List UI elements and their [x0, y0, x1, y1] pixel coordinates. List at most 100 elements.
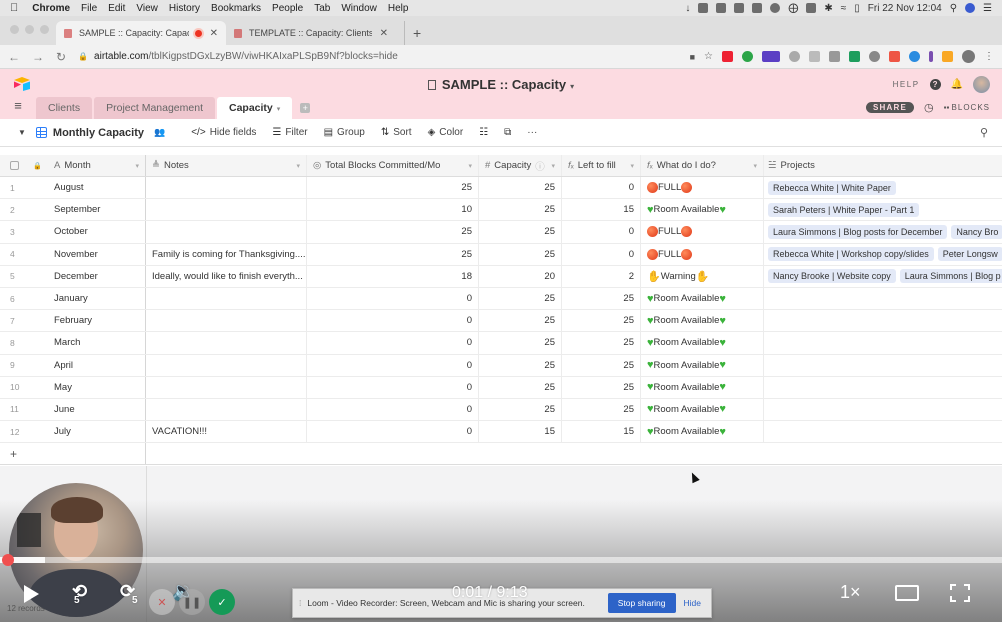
table-row[interactable]: 7 February 0 25 25 ♥ Room Available ♥ [0, 310, 1002, 333]
project-chip[interactable]: Peter Longsw [937, 247, 1002, 262]
group-button[interactable]: ▤ Group [324, 127, 365, 138]
cell-left-to-fill[interactable]: 25 [562, 287, 641, 310]
column-header-notes[interactable]: ≜ Notes ▾ [146, 155, 307, 176]
close-window-button[interactable] [10, 25, 19, 34]
cell-capacity[interactable]: 25 [479, 398, 562, 421]
cell-what-do-i-do[interactable]: ✋ Warning ✋ [641, 265, 764, 287]
url-field[interactable]: 🔒 airtable.com /tblKigpstDGxLzyBW/viwHKA… [78, 51, 690, 62]
cell-what-do-i-do[interactable]: FULL [641, 221, 764, 243]
chevron-down-icon[interactable]: ▾ [135, 162, 139, 170]
chevron-down-icon[interactable]: ▾ [296, 162, 300, 170]
menu-people[interactable]: People [272, 3, 303, 14]
table-row[interactable]: 11 June 0 25 25 ♥ Room Available ♥ [0, 398, 1002, 422]
table-row[interactable]: 3 October 25 25 0 FULL Laura Simmons | Blog po… [0, 221, 1002, 244]
menu-view[interactable]: View [136, 3, 158, 14]
table-row[interactable]: 9 April 0 25 25 ♥ Room Available ♥ [0, 354, 1002, 377]
theater-mode-icon[interactable] [895, 585, 919, 601]
extension-icon-5[interactable] [809, 51, 820, 62]
playback-speed-button[interactable]: 1× [840, 582, 861, 603]
cell-notes[interactable] [146, 376, 307, 398]
siri-icon[interactable] [965, 3, 976, 13]
cell-capacity[interactable]: 15 [479, 421, 562, 443]
cell-month[interactable]: November [48, 243, 146, 265]
row-height-button[interactable]: ☷ [479, 127, 488, 138]
cell-total-blocks[interactable]: 0 [307, 287, 479, 310]
cell-notes[interactable]: Family is coming for Thanksgiving.... [146, 243, 307, 265]
cell-notes[interactable] [146, 221, 307, 243]
code-extension-icon[interactable] [829, 51, 840, 62]
project-chip[interactable]: Rebecca White | Workshop copy/slides [768, 247, 934, 262]
cell-month[interactable]: September [48, 199, 146, 221]
add-record-button[interactable]: + [0, 443, 146, 465]
menu-window[interactable]: Window [341, 3, 377, 14]
forward-icon[interactable]: → [32, 50, 44, 64]
chevron-down-icon[interactable]: ▾ [753, 162, 757, 170]
menu-edit[interactable]: Edit [108, 3, 125, 14]
airplay-icon[interactable] [806, 3, 817, 13]
cell-notes[interactable]: VACATION!!! [146, 421, 307, 443]
bluetooth-icon[interactable]: ✱ [824, 3, 832, 14]
cell-month[interactable]: July [48, 421, 146, 443]
todoist-extension-icon[interactable] [722, 51, 733, 62]
project-chip[interactable]: Nancy Brooke | Website copy [768, 269, 896, 284]
progress-extension-icon[interactable] [762, 51, 780, 62]
cell-left-to-fill[interactable]: 25 [562, 332, 641, 354]
share-view-button[interactable]: ⧉ [504, 127, 511, 138]
maximize-window-button[interactable] [40, 25, 49, 34]
cell-left-to-fill[interactable]: 25 [562, 310, 641, 332]
cell-notes[interactable] [146, 287, 307, 310]
cell-left-to-fill[interactable]: 0 [562, 177, 641, 199]
cell-projects[interactable] [764, 399, 1002, 420]
spotlight-icon[interactable]: ⚲ [950, 3, 957, 14]
hide-banner-button[interactable]: Hide [684, 598, 701, 608]
project-chip[interactable]: Laura Simmons | Blog p [899, 269, 1002, 284]
extension-icon-10[interactable] [909, 51, 920, 62]
cell-total-blocks[interactable]: 25 [307, 243, 479, 265]
cell-what-do-i-do[interactable]: ♥ Room Available ♥ [641, 199, 764, 221]
cell-capacity[interactable]: 25 [479, 177, 562, 199]
stop-sharing-button[interactable]: Stop sharing [607, 593, 676, 613]
table-tab-clients[interactable]: Clients [36, 97, 93, 119]
play-button[interactable] [24, 585, 39, 603]
cell-notes[interactable] [146, 398, 307, 421]
apple-menu-icon[interactable]:  [10, 2, 18, 14]
cell-capacity[interactable]: 20 [479, 265, 562, 287]
sort-button[interactable]: ⇅ Sort [381, 127, 412, 138]
column-header-projects[interactable]: ☱ Projects [764, 155, 1002, 176]
cell-left-to-fill[interactable]: 15 [562, 199, 641, 221]
chevron-down-icon[interactable]: ▾ [468, 162, 472, 170]
cell-month[interactable]: April [48, 354, 146, 376]
back-icon[interactable]: ← [8, 50, 20, 64]
cell-projects[interactable] [764, 288, 1002, 309]
project-chip[interactable]: Rebecca White | White Paper [768, 180, 896, 195]
filter-button[interactable]: ☰ Filter [272, 127, 307, 138]
add-record-row[interactable]: + [0, 443, 1002, 466]
cell-capacity[interactable]: 25 [479, 199, 562, 221]
cell-projects[interactable] [764, 421, 1002, 442]
hide-fields-button[interactable]: </> Hide fields [191, 127, 256, 138]
project-chip[interactable]: Laura Simmons | Blog posts for December [768, 224, 948, 239]
blocks-button[interactable]: ▪▪ BLOCKS [944, 103, 990, 112]
extension-icon-12[interactable] [942, 51, 953, 62]
cell-left-to-fill[interactable]: 25 [562, 398, 641, 421]
menu-history[interactable]: History [169, 3, 200, 14]
cell-notes[interactable] [146, 354, 307, 376]
app-status-icon[interactable] [734, 3, 745, 13]
cell-capacity[interactable]: 25 [479, 332, 562, 354]
new-tab-button[interactable]: + [404, 21, 421, 45]
select-all-checkbox[interactable] [10, 161, 19, 170]
cell-projects[interactable]: Nancy Brooke | Website copy Laura Simmons… [764, 266, 1002, 287]
chevron-down-icon[interactable]: ▾ [551, 162, 555, 170]
camera-icon[interactable]: ■ [690, 52, 695, 62]
loom-status-icon[interactable] [698, 3, 709, 13]
cell-notes[interactable] [146, 199, 307, 221]
cell-left-to-fill[interactable]: 25 [562, 376, 641, 398]
cell-left-to-fill[interactable]: 0 [562, 243, 641, 265]
cell-what-do-i-do[interactable]: ♥ Room Available ♥ [641, 354, 764, 376]
drag-handle-icon[interactable]: ⁞ [299, 598, 301, 608]
cell-projects[interactable] [764, 355, 1002, 376]
video-progress-bar[interactable] [0, 554, 1002, 566]
cell-left-to-fill[interactable]: 25 [562, 354, 641, 376]
skip-back-button[interactable]: ⟲ 5 [72, 581, 87, 606]
cell-left-to-fill[interactable]: 15 [562, 421, 641, 443]
